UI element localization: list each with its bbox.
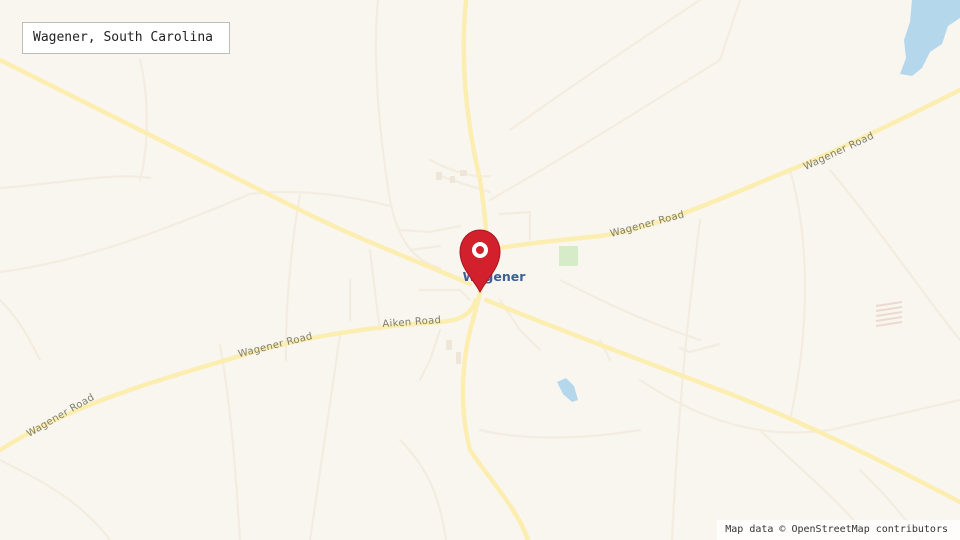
- park-area: [559, 246, 578, 266]
- map-attribution[interactable]: Map data © OpenStreetMap contributors: [717, 520, 960, 540]
- map-canvas[interactable]: Wagener Road Wagener Road Aiken Road Wag…: [0, 0, 960, 540]
- map-view[interactable]: Wagener Road Wagener Road Aiken Road Wag…: [0, 0, 960, 540]
- place-name-label: Wagener, South Carolina: [22, 22, 230, 54]
